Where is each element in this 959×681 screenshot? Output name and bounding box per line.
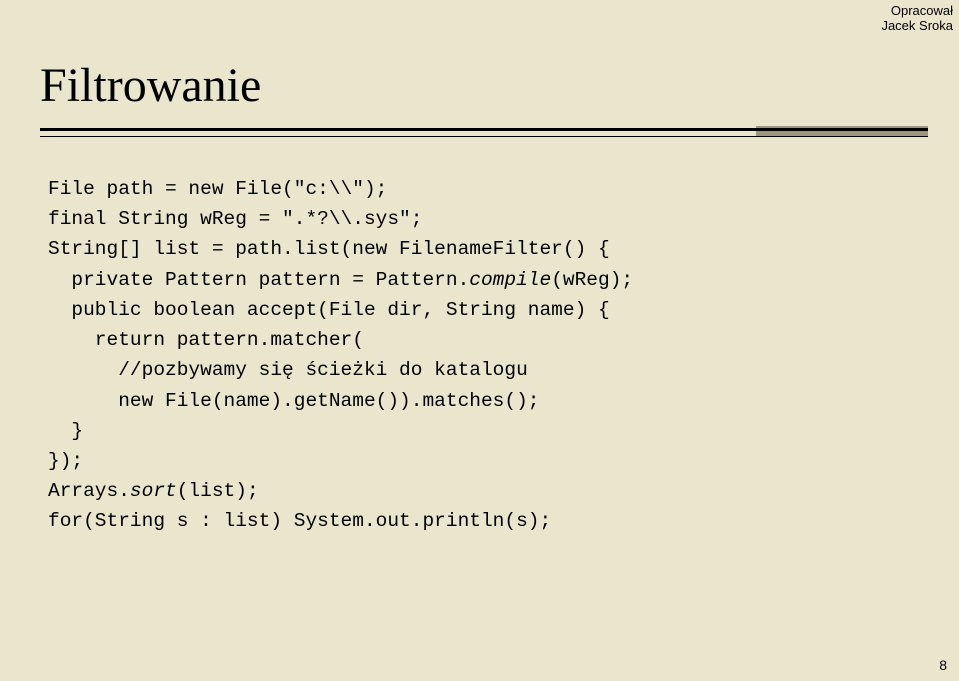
- author-line1: Opracował: [881, 4, 953, 19]
- title-divider: [40, 128, 928, 137]
- code-italic: compile: [469, 269, 551, 291]
- code-line: return pattern.matcher(: [48, 329, 364, 351]
- author-line2: Jacek Sroka: [881, 19, 953, 34]
- code-line: for(String s : list) System.out.println(…: [48, 510, 551, 532]
- code-line: Arrays.: [48, 480, 130, 502]
- code-line: //pozbywamy się ścieżki do katalogu: [48, 359, 528, 381]
- slide-title: Filtrowanie: [40, 58, 261, 113]
- page-number: 8: [939, 657, 947, 673]
- code-block: File path = new File("c:\\"); final Stri…: [48, 174, 633, 537]
- code-line: new File(name).getName()).matches();: [48, 390, 539, 412]
- code-line: File path = new File("c:\\");: [48, 178, 387, 200]
- code-line: private Pattern pattern = Pattern.: [48, 269, 469, 291]
- code-italic: sort: [130, 480, 177, 502]
- code-line: final String wReg = ".*?\\.sys";: [48, 208, 422, 230]
- divider-thin: [40, 136, 928, 137]
- code-line: }: [48, 420, 83, 442]
- author-credit: Opracował Jacek Sroka: [881, 4, 953, 34]
- divider-thick: [40, 128, 928, 131]
- code-line: });: [48, 450, 83, 472]
- code-line: String[] list = path.list(new FilenameFi…: [48, 238, 610, 260]
- code-line: public boolean accept(File dir, String n…: [48, 299, 610, 321]
- code-line: (wReg);: [551, 269, 633, 291]
- code-line: (list);: [177, 480, 259, 502]
